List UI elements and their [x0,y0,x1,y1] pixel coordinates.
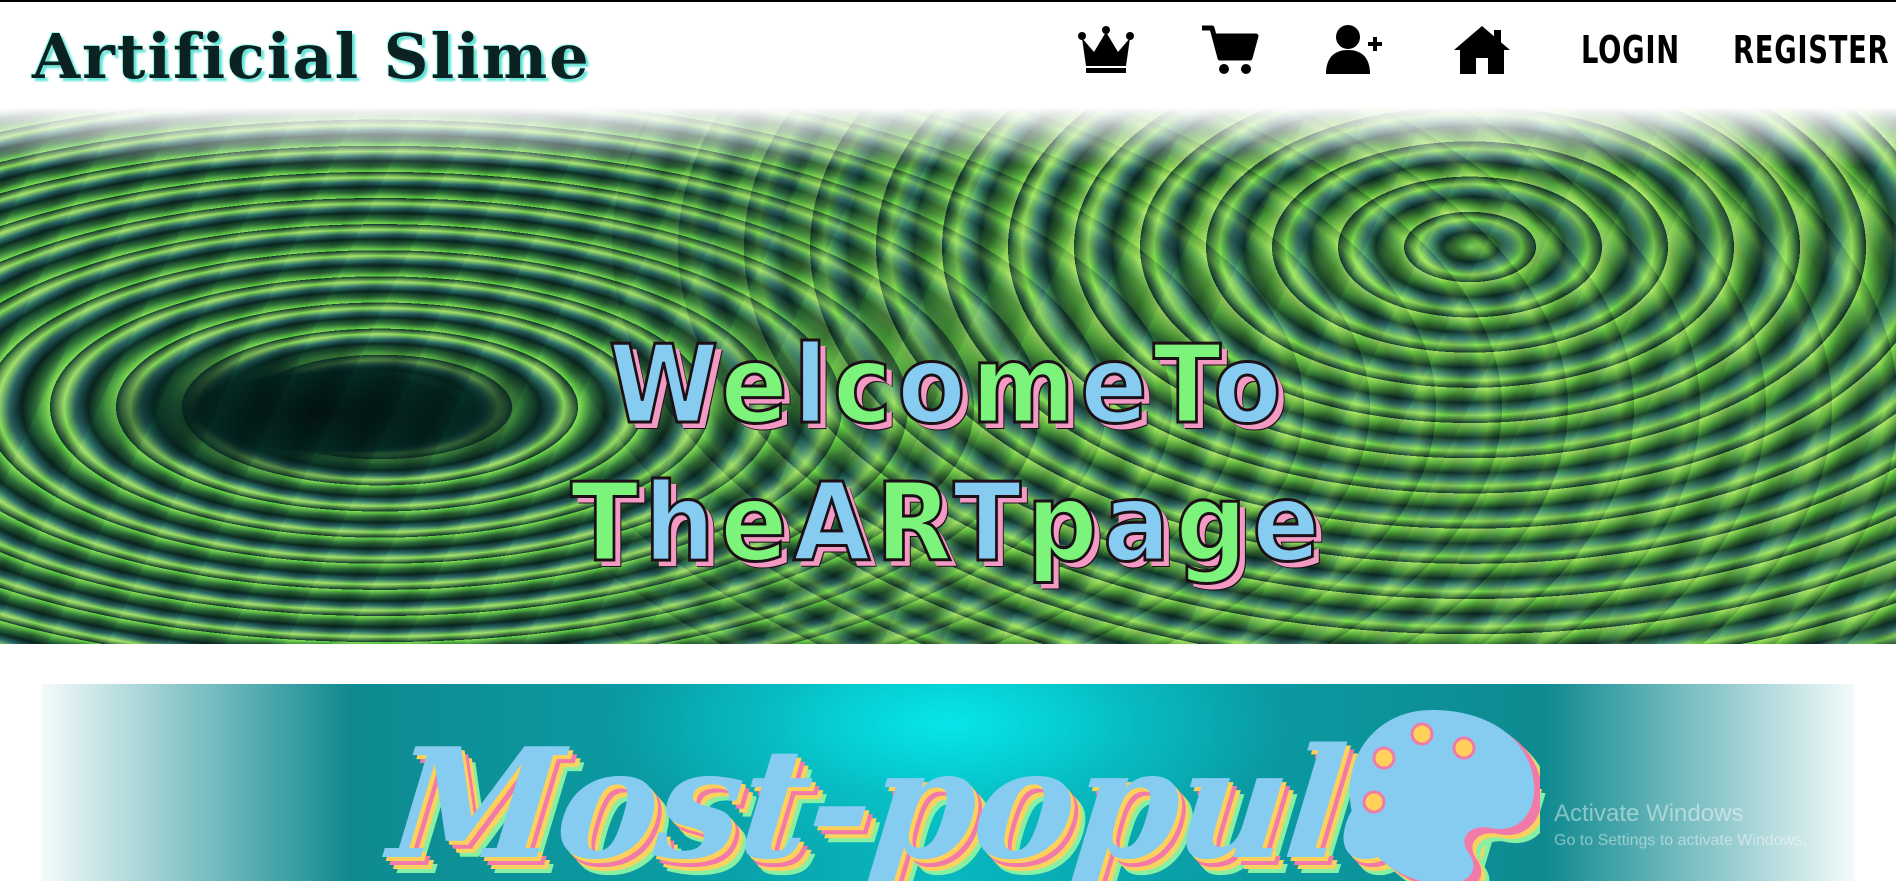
hero-title-letter: o [1212,322,1288,450]
hero-word-art: ART [792,460,1027,588]
hero-word-the: The [569,460,794,588]
hero-title-letter: c [832,322,898,450]
palette-icon [1340,698,1551,881]
hero-title-letter: g [1174,460,1253,588]
hero-title-letter: e [1251,460,1326,588]
hero-title-letter: e [719,460,794,588]
hero-title-letter: W [608,322,721,450]
hero-title-letter: p [1025,460,1104,588]
watermark-title: Activate Windows [1554,800,1744,827]
crown-icon[interactable] [1076,22,1136,78]
hero-title-line-2: TheARTpage [76,455,1820,593]
hero-title-letter: o [896,322,972,450]
hero-title-letter: a [1102,460,1176,588]
register-link[interactable]: REGISTER [1733,22,1889,78]
watermark-subtitle: Go to Settings to activate Windows. [1554,832,1807,849]
hero-word-to: To [1152,322,1288,450]
hero-title-letter: R [874,460,954,588]
hero-banner: WelcomeTo TheARTpage [0,107,1896,644]
hero-title-letter: e [1079,322,1154,450]
cart-icon[interactable] [1200,22,1260,78]
hero-title-letter: A [792,460,876,588]
add-user-icon[interactable] [1324,22,1384,78]
hero-title-letter: e [719,322,794,450]
hero-top-fade [0,107,1896,167]
hero-title-line-1: WelcomeTo [76,317,1820,455]
navbar: Artificial Slime LOGIN REGISTER [0,2,1896,107]
hero-title-letter: T [952,460,1027,588]
hero-title: WelcomeTo TheARTpage [0,317,1896,593]
hero-word-welcome: Welcome [608,322,1154,450]
login-link[interactable]: LOGIN [1581,22,1680,78]
hero-title-letter: l [792,322,833,450]
hero-title-letter: h [643,460,721,588]
hero-title-letter: T [1152,322,1214,450]
hero-title-letter: T [569,460,645,588]
home-icon[interactable] [1452,22,1512,78]
windows-activation-watermark: Activate Windows Go to Settings to activ… [1554,800,1807,854]
site-logo[interactable]: Artificial Slime [32,16,591,98]
hero-word-page: page [1025,460,1326,588]
hero-title-letter: m [970,322,1081,450]
